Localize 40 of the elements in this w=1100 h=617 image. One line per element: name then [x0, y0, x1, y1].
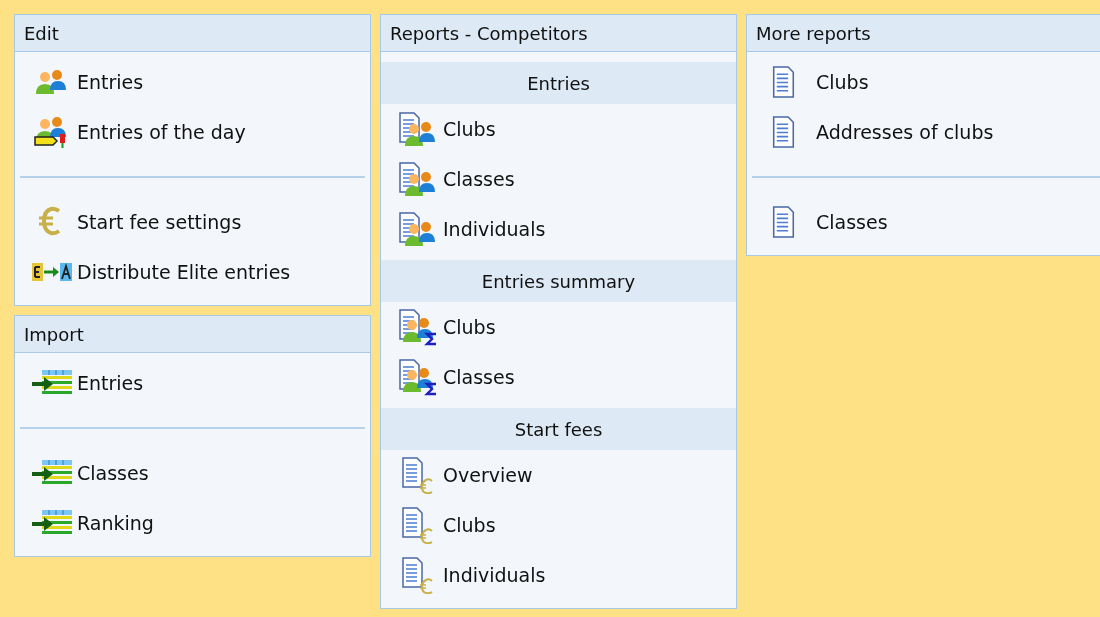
report-people-icon	[398, 211, 438, 247]
menu-item[interactable]: Overview	[381, 450, 736, 500]
panel-header: Reports - Competitors	[381, 15, 736, 52]
menu-item[interactable]: Ranking	[15, 498, 370, 548]
section-header: Entries summary	[381, 260, 736, 302]
import-icon	[32, 459, 72, 487]
transfer-icon	[32, 262, 72, 282]
document-icon	[771, 115, 797, 149]
menu-item[interactable]: Individuals	[381, 550, 736, 600]
report-euro-icon	[401, 506, 435, 544]
menu-item[interactable]: Clubs	[381, 302, 736, 352]
import-icon	[32, 369, 72, 397]
menu-item[interactable]: Clubs	[747, 57, 1100, 107]
report-euro-icon	[401, 456, 435, 494]
menu-item[interactable]: Individuals	[381, 204, 736, 254]
menu-item[interactable]: Classes	[15, 448, 370, 498]
menu-item[interactable]: Entries	[15, 57, 370, 107]
menu-item[interactable]: Clubs	[381, 500, 736, 550]
panel-header: Import	[15, 316, 370, 353]
menu-item[interactable]: Addresses of clubs	[747, 107, 1100, 157]
report-sum-icon	[398, 358, 438, 396]
menu-item[interactable]: Entries of the day	[15, 107, 370, 157]
import-icon	[32, 509, 72, 537]
report-euro-icon	[401, 556, 435, 594]
menu-item[interactable]: Distribute Elite entries	[15, 247, 370, 297]
menu-item[interactable]: Clubs	[381, 104, 736, 154]
menu-item[interactable]: Start fee settings	[15, 197, 370, 247]
document-icon	[771, 65, 797, 99]
report-people-icon	[398, 161, 438, 197]
menu-item[interactable]: Classes	[381, 352, 736, 402]
menu-item[interactable]: Entries	[15, 358, 370, 408]
menu-item[interactable]: Classes	[381, 154, 736, 204]
panel-header: More reports	[747, 15, 1100, 52]
report-people-icon	[398, 111, 438, 147]
menu-item[interactable]: Classes	[747, 197, 1100, 247]
report-sum-icon	[398, 308, 438, 346]
panel-header: Edit	[15, 15, 370, 52]
document-icon	[771, 205, 797, 239]
section-header: Start fees	[381, 408, 736, 450]
section-header: Entries	[381, 62, 736, 104]
